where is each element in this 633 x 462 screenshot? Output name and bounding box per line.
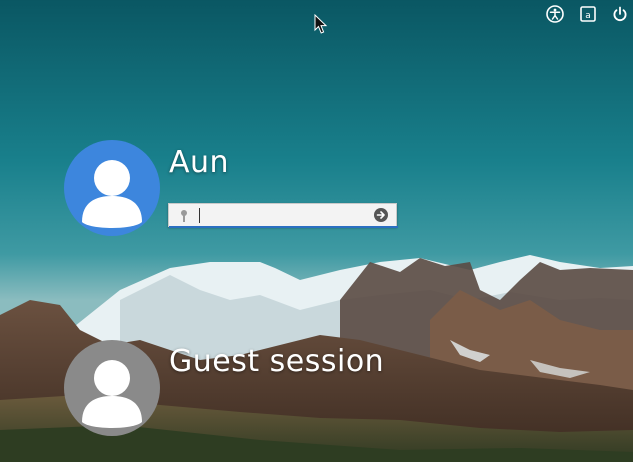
guest-session-label[interactable]: Guest session	[169, 344, 384, 379]
key-icon	[181, 210, 187, 222]
mouse-pointer-icon	[314, 14, 328, 34]
user-silhouette-icon	[82, 160, 142, 228]
user-avatar[interactable]	[64, 140, 160, 236]
keyboard-layout-icon[interactable]: a	[578, 4, 598, 24]
focus-underline	[169, 226, 398, 228]
power-icon[interactable]	[610, 4, 630, 24]
login-screen: a Aun Guest session	[0, 0, 633, 462]
submit-arrow-icon[interactable]	[374, 208, 388, 222]
guest-avatar[interactable]	[64, 340, 160, 436]
password-input[interactable]	[197, 206, 367, 224]
user-name[interactable]: Aun	[169, 145, 229, 180]
accessibility-icon[interactable]	[545, 4, 565, 24]
svg-text:a: a	[585, 11, 591, 21]
guest-silhouette-icon	[82, 360, 142, 428]
password-field[interactable]	[168, 203, 398, 228]
text-caret	[199, 208, 200, 223]
